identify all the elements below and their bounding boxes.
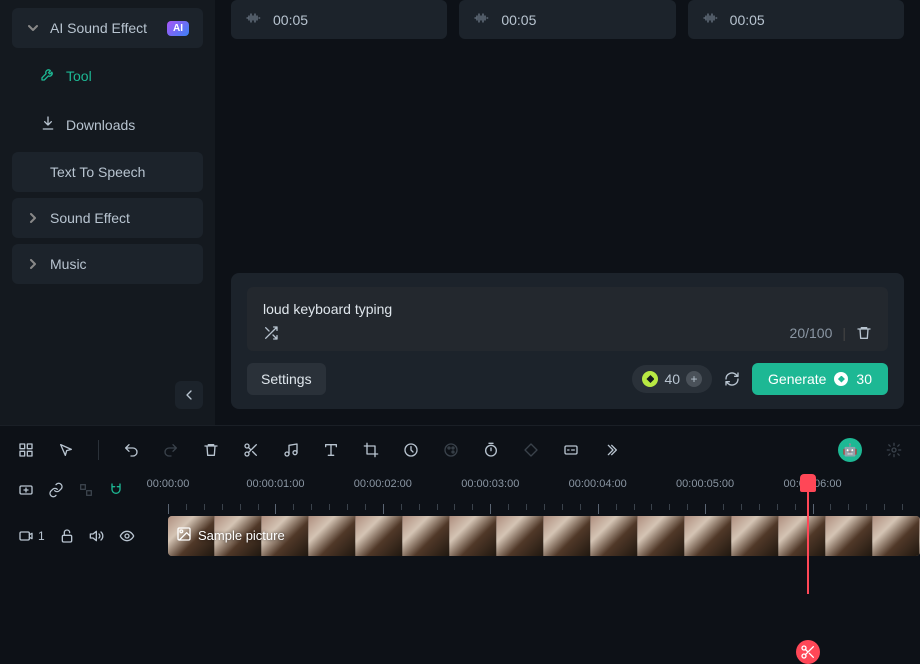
keyframe-icon[interactable] (523, 442, 539, 458)
caption-icon[interactable] (563, 442, 579, 458)
magnet-icon[interactable] (108, 482, 124, 498)
download-icon (40, 115, 56, 134)
speed-icon[interactable] (403, 442, 419, 458)
generate-label: Generate (768, 371, 826, 387)
refresh-icon[interactable] (724, 371, 740, 387)
audio-clip-card[interactable]: 00:05 (688, 0, 904, 39)
timeline-toolbar: 🤖 (0, 426, 920, 474)
video-track: 1 Sample picture (0, 514, 920, 558)
sidebar-item-label: AI Sound Effect (50, 20, 147, 36)
color-icon[interactable] (443, 442, 459, 458)
divider: | (842, 325, 846, 341)
sidebar-item-label: Downloads (66, 117, 135, 133)
shuffle-icon[interactable] (263, 325, 279, 341)
timeline: 00:00:00 00:00:01:00 00:00:02:00 00:00:03:0… (0, 474, 920, 558)
ai-assistant-icon[interactable]: 🤖 (838, 438, 862, 462)
cut-icon[interactable] (243, 442, 259, 458)
grid-icon[interactable] (18, 442, 34, 458)
collapse-sidebar-button[interactable] (175, 381, 203, 409)
settings-gear-icon[interactable] (886, 442, 902, 458)
crop-icon[interactable] (363, 442, 379, 458)
image-icon (176, 526, 192, 545)
cursor-icon[interactable] (58, 442, 74, 458)
sidebar: AI Sound Effect AI Tool Downloads Text T… (0, 0, 215, 425)
trash-icon[interactable] (856, 325, 872, 341)
sidebar-item-label: Tool (66, 68, 92, 84)
sidebar-item-ai-sound-effect[interactable]: AI Sound Effect AI (12, 8, 203, 48)
undo-icon[interactable] (123, 442, 139, 458)
video-track-icon[interactable] (18, 528, 34, 544)
redo-icon[interactable] (163, 442, 179, 458)
audio-clip-card[interactable]: 00:05 (231, 0, 447, 39)
text-icon[interactable] (323, 442, 339, 458)
waveform-icon (702, 10, 718, 29)
tool-icon (40, 66, 56, 85)
add-track-icon[interactable] (18, 482, 34, 498)
prompt-input[interactable] (263, 301, 872, 317)
timeline-edit-tools (0, 474, 142, 506)
lock-icon[interactable] (59, 528, 75, 544)
ai-badge: AI (167, 21, 189, 36)
more-icon[interactable] (603, 442, 619, 458)
generate-button[interactable]: Generate 30 (752, 363, 888, 395)
credits-count: 40 (664, 371, 680, 387)
audio-clip-card[interactable]: 00:05 (459, 0, 675, 39)
sidebar-item-music[interactable]: Music (12, 244, 203, 284)
time-mark: 00:00:05:00 (676, 478, 734, 490)
sidebar-item-downloads[interactable]: Downloads (12, 103, 203, 146)
separator (98, 440, 99, 460)
coin-icon (642, 371, 658, 387)
prompt-panel: 20/100 | Settings 40 + (231, 273, 904, 409)
sidebar-item-label: Sound Effect (50, 210, 130, 226)
time-mark: 00:00:04:00 (569, 478, 627, 490)
sidebar-item-tool[interactable]: Tool (12, 54, 203, 97)
cut-handle-icon[interactable] (796, 640, 820, 664)
delete-icon[interactable] (203, 442, 219, 458)
timeline-panel: 🤖 00:00:00 00:00:01:00 00:00:02:00 00:00:03… (0, 425, 920, 558)
chevron-right-icon (26, 213, 40, 223)
char-count: 20/100 (790, 325, 833, 341)
chevron-right-icon (26, 259, 40, 269)
time-mark: 00:00:02:00 (354, 478, 412, 490)
sidebar-item-label: Text To Speech (50, 164, 145, 180)
time-mark: 00:00:03:00 (461, 478, 519, 490)
credits-pill[interactable]: 40 + (632, 365, 712, 393)
sidebar-item-label: Music (50, 256, 87, 272)
sidebar-item-text-to-speech[interactable]: Text To Speech (12, 152, 203, 192)
waveform-icon (245, 10, 261, 29)
chevron-down-icon (26, 23, 40, 33)
add-credits-icon[interactable]: + (686, 371, 702, 387)
clips-row: 00:05 00:05 00:05 (231, 0, 904, 39)
clip-duration: 00:05 (273, 12, 308, 28)
sidebar-item-sound-effect[interactable]: Sound Effect (12, 198, 203, 238)
time-mark: 00:00:01:00 (246, 478, 304, 490)
track-controls: 1 (0, 528, 168, 544)
clip-label: Sample picture (198, 528, 285, 543)
track-number: 1 (38, 529, 45, 543)
visibility-icon[interactable] (119, 528, 135, 544)
timer-icon[interactable] (483, 442, 499, 458)
main-panel: 00:05 00:05 00:05 (215, 0, 920, 425)
settings-button[interactable]: Settings (247, 363, 326, 395)
link-icon[interactable] (48, 482, 64, 498)
coin-icon (834, 372, 848, 386)
time-mark: 00:00:00 (147, 478, 190, 490)
waveform-icon (473, 10, 489, 29)
mute-icon[interactable] (89, 528, 105, 544)
generate-cost: 30 (856, 371, 872, 387)
group-icon[interactable] (78, 482, 94, 498)
playhead[interactable] (807, 474, 809, 594)
clip-duration: 00:05 (730, 12, 765, 28)
prompt-textarea-wrap: 20/100 | (247, 287, 888, 351)
clip-duration: 00:05 (501, 12, 536, 28)
audio-icon[interactable] (283, 442, 299, 458)
